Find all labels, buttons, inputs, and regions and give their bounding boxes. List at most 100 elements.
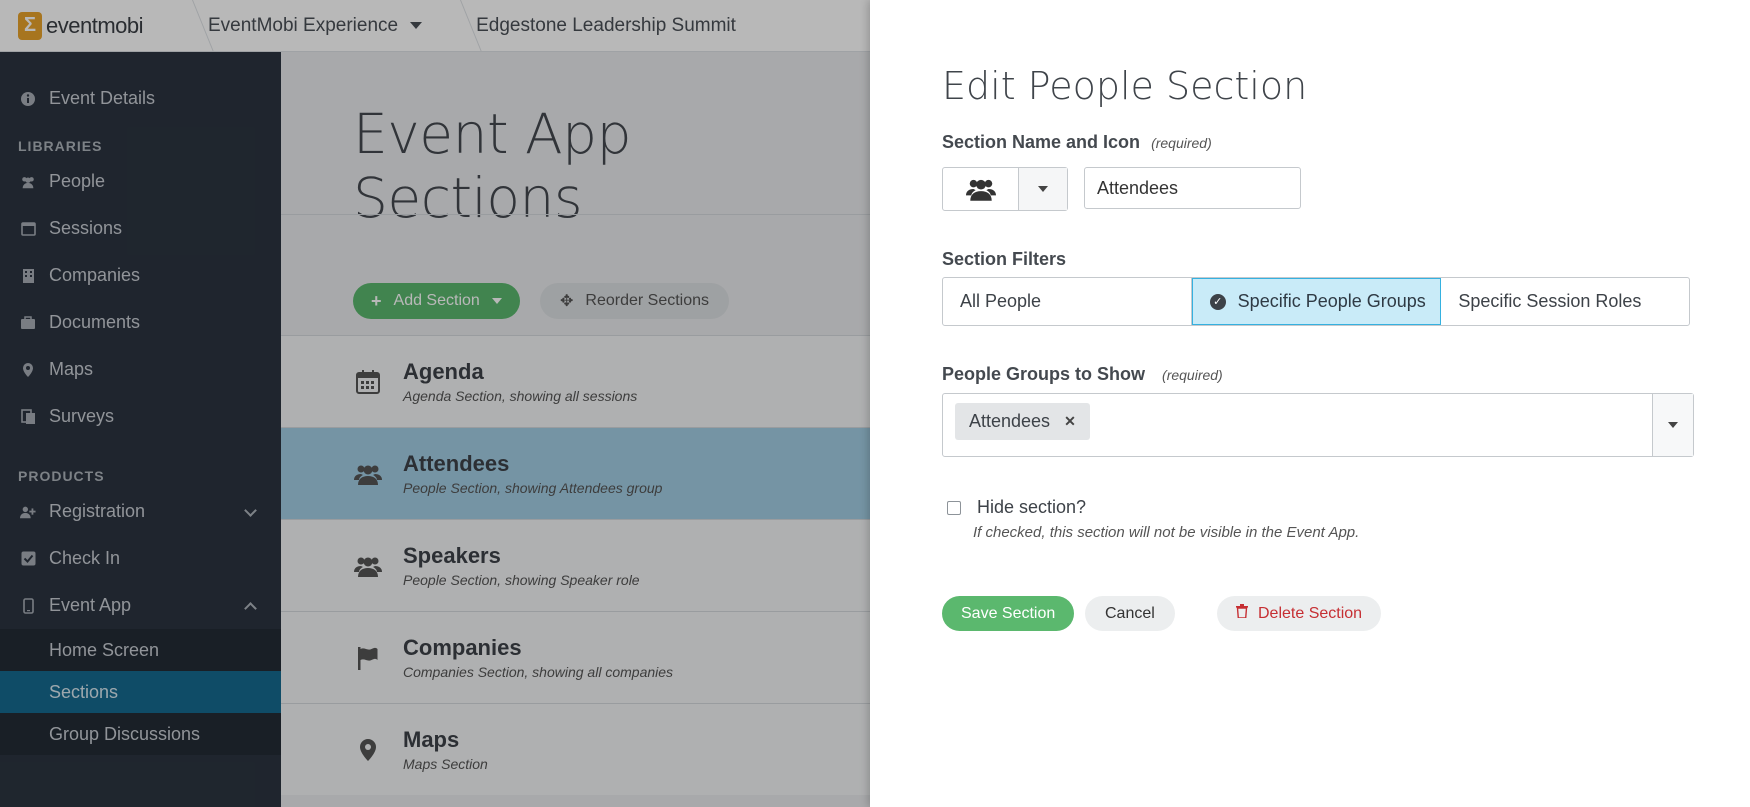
calendar-icon	[20, 221, 36, 237]
sidebar-subitem-group-discussions[interactable]: Group Discussions	[0, 713, 281, 755]
sidebar-item-event-app[interactable]: Event App	[0, 582, 281, 629]
breadcrumb-event-label: Edgestone Leadership Summit	[476, 14, 736, 36]
mobile-icon	[20, 597, 36, 614]
sidebar-item-surveys[interactable]: Surveys	[0, 393, 281, 440]
chevron-down-icon	[1038, 186, 1048, 192]
reorder-sections-button[interactable]: ✥ Reorder Sections	[540, 283, 730, 319]
sidebar-item-label: People	[49, 171, 106, 191]
filter-specific-session-roles[interactable]: Specific Session Roles	[1441, 278, 1689, 325]
section-name-input[interactable]	[1084, 167, 1301, 209]
sidebar-item-label: Sessions	[49, 218, 123, 238]
hide-section-row: Hide section?	[947, 497, 1086, 518]
delete-section-label: Delete Section	[1258, 604, 1363, 622]
add-section-label: Add Section	[393, 292, 480, 309]
icon-picker[interactable]	[942, 167, 1068, 211]
section-name: Maps	[403, 727, 460, 752]
people-icon	[20, 174, 36, 190]
people-groups-label-text: People Groups to Show	[942, 364, 1146, 384]
sidebar-item-registration[interactable]: Registration	[0, 488, 281, 535]
breadcrumb-event[interactable]: Edgestone Leadership Summit	[448, 0, 762, 52]
sidebar-item-label: Event Details	[49, 88, 156, 108]
sidebar-item-label: Surveys	[49, 406, 115, 426]
breadcrumb-experience-label: EventMobi Experience	[208, 14, 399, 36]
section-row-companies[interactable]: Companies Companies Section, showing all…	[281, 611, 870, 703]
chevron-down-icon[interactable]	[244, 504, 257, 517]
building-icon	[20, 268, 36, 284]
breadcrumb-experience[interactable]: EventMobi Experience	[180, 0, 448, 52]
delete-section-button[interactable]: Delete Section	[1217, 596, 1382, 631]
logo-mark-icon: Σ	[18, 11, 42, 40]
briefcase-icon	[20, 315, 36, 331]
section-row-speakers[interactable]: Speakers People Section, showing Speaker…	[281, 519, 870, 611]
filter-label: All People	[960, 291, 1042, 311]
sidebar-subitem-sections[interactable]: Sections	[0, 671, 281, 713]
section-name: Companies	[403, 635, 522, 660]
section-name: Agenda	[403, 359, 484, 384]
icon-picker-dropdown-button[interactable]	[1019, 168, 1067, 210]
people-groups-multiselect[interactable]: Attendees ✕	[942, 393, 1694, 457]
trash-icon	[1236, 604, 1248, 623]
sidebar-heading-libraries: LIBRARIES	[18, 138, 103, 154]
chevron-down-icon	[491, 298, 502, 304]
main-content: Event App Sections + Add Section ✥ Reord…	[281, 52, 870, 807]
section-description: People Section, showing Speaker role	[403, 572, 640, 588]
selected-tags-area[interactable]: Attendees ✕	[943, 394, 1652, 456]
section-description: Companies Section, showing all companies	[403, 664, 674, 680]
sidebar-item-label: Maps	[49, 359, 94, 379]
hide-section-help-text: If checked, this section will not be vis…	[973, 524, 1360, 541]
save-section-button[interactable]: Save Section	[942, 596, 1075, 631]
sidebar-item-label: Documents	[49, 312, 141, 332]
people-groups-label: People Groups to Show (required)	[942, 364, 1223, 385]
cancel-button[interactable]: Cancel	[1085, 596, 1175, 631]
filter-label: Specific People Groups	[1237, 291, 1426, 311]
people-icon	[353, 551, 383, 581]
sidebar-item-maps[interactable]: Maps	[0, 346, 281, 393]
section-description: Agenda Section, showing all sessions	[403, 388, 638, 404]
page-title: Event App Sections	[353, 102, 632, 230]
remove-tag-icon[interactable]: ✕	[1064, 413, 1076, 430]
logo-text: eventmobi	[46, 12, 144, 38]
section-row-agenda[interactable]: Agenda Agenda Section, showing all sessi…	[281, 335, 870, 427]
section-description: Maps Section	[403, 756, 488, 772]
sidebar-heading-products: PRODUCTS	[18, 468, 105, 484]
flag-icon	[353, 643, 383, 673]
section-name-label: Section Name and Icon (required)	[942, 132, 1212, 153]
filter-specific-people-groups[interactable]: ✓ Specific People Groups	[1191, 278, 1442, 325]
sidebar-item-label: Check In	[49, 548, 121, 568]
user-plus-icon	[20, 504, 36, 520]
section-row-maps[interactable]: Maps Maps Section	[281, 703, 870, 795]
chevron-up-icon[interactable]	[244, 602, 257, 615]
sidebar-item-documents[interactable]: Documents	[0, 299, 281, 346]
reorder-sections-label: Reorder Sections	[585, 292, 710, 309]
calendar-icon	[353, 367, 383, 397]
chevron-down-icon	[1668, 422, 1678, 428]
clipboard-icon	[20, 408, 36, 425]
sidebar-item-event-details[interactable]: Event Details	[0, 75, 281, 122]
map-pin-icon	[353, 735, 383, 765]
section-list: Agenda Agenda Section, showing all sessi…	[281, 335, 870, 795]
section-row-attendees[interactable]: Attendees People Section, showing Attend…	[281, 427, 870, 519]
sidebar: Event Details LIBRARIES People Sessions …	[0, 52, 281, 807]
edit-section-panel: Edit People Section Section Name and Ico…	[870, 0, 1750, 807]
sidebar-item-label: Event App	[49, 595, 132, 615]
filter-label: Specific Session Roles	[1458, 291, 1642, 311]
sidebar-item-sessions[interactable]: Sessions	[0, 205, 281, 252]
sidebar-item-label: Companies	[49, 265, 141, 285]
sidebar-subitem-home-screen[interactable]: Home Screen	[0, 629, 281, 671]
sidebar-item-check-in[interactable]: Check In	[0, 535, 281, 582]
check-circle-icon: ✓	[1209, 293, 1226, 310]
filter-all-people[interactable]: All People	[943, 278, 1192, 325]
people-icon	[943, 168, 1019, 210]
multiselect-dropdown-button[interactable]	[1652, 394, 1693, 456]
sidebar-item-companies[interactable]: Companies	[0, 252, 281, 299]
section-filter-toggle: All People ✓ Specific People Groups Spec…	[942, 277, 1690, 326]
add-section-button[interactable]: + Add Section	[353, 283, 520, 319]
hide-section-label: Hide section?	[977, 497, 1087, 517]
logo[interactable]: Σ eventmobi	[0, 11, 180, 40]
plus-icon: +	[371, 290, 382, 311]
tag-label: Attendees	[969, 411, 1051, 431]
section-name: Speakers	[403, 543, 501, 568]
section-filters-label: Section Filters	[942, 249, 1067, 269]
hide-section-checkbox[interactable]	[947, 500, 961, 515]
sidebar-item-people[interactable]: People	[0, 158, 281, 205]
